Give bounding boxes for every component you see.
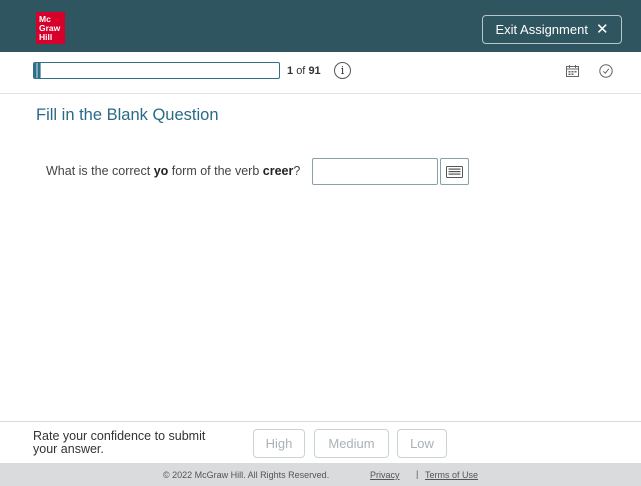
keyboard-button[interactable] [440, 158, 469, 185]
question-prompt: What is the correct yo form of the verb … [46, 164, 300, 178]
exit-assignment-button[interactable]: Exit Assignment ✕ [482, 15, 622, 44]
terms-of-use-link[interactable]: Terms of Use [425, 470, 478, 480]
footer: © 2022 McGraw Hill. All Rights Reserved.… [0, 463, 641, 486]
question-title: Fill in the Blank Question [36, 106, 219, 124]
progress-of: of [296, 65, 306, 77]
confidence-bar: Rate your confidence to submit your answ… [0, 421, 641, 463]
confidence-label: Rate your confidence to submit your answ… [33, 429, 206, 456]
top-bar: Mc Graw Hill Exit Assignment ✕ [0, 0, 641, 52]
confidence-high-button[interactable]: High [253, 429, 305, 458]
answer-input[interactable] [312, 158, 438, 185]
progress-current: 1 [287, 65, 294, 77]
info-icon[interactable]: i [334, 62, 351, 79]
privacy-link[interactable]: Privacy [370, 470, 400, 480]
prompt-prefix: What is the correct [46, 164, 154, 178]
exit-assignment-label: Exit Assignment [495, 22, 588, 37]
close-icon: ✕ [595, 21, 609, 38]
progress-toolbar: 1 of 91 i [0, 52, 641, 94]
logo-line-3: Hill [39, 32, 53, 42]
prompt-verb: creer [262, 164, 294, 178]
confidence-medium-button[interactable]: Medium [314, 429, 389, 458]
calendar-icon[interactable] [566, 65, 579, 77]
prompt-suffix: ? [293, 164, 301, 178]
mcgraw-hill-logo: Mc Graw Hill [36, 12, 65, 44]
prompt-middle: form of the verb [168, 164, 263, 178]
confidence-low-button[interactable]: Low [397, 429, 447, 458]
progress-total: 91 [308, 65, 321, 77]
footer-separator: | [416, 469, 419, 479]
keyboard-icon [446, 165, 463, 178]
progress-bar-fill [34, 63, 42, 78]
clock-icon[interactable] [599, 64, 613, 78]
progress-bar [33, 62, 280, 79]
copyright-text: © 2022 McGraw Hill. All Rights Reserved. [163, 470, 330, 480]
prompt-yo: yo [153, 164, 169, 178]
progress-counter: 1 of 91 [287, 65, 321, 77]
